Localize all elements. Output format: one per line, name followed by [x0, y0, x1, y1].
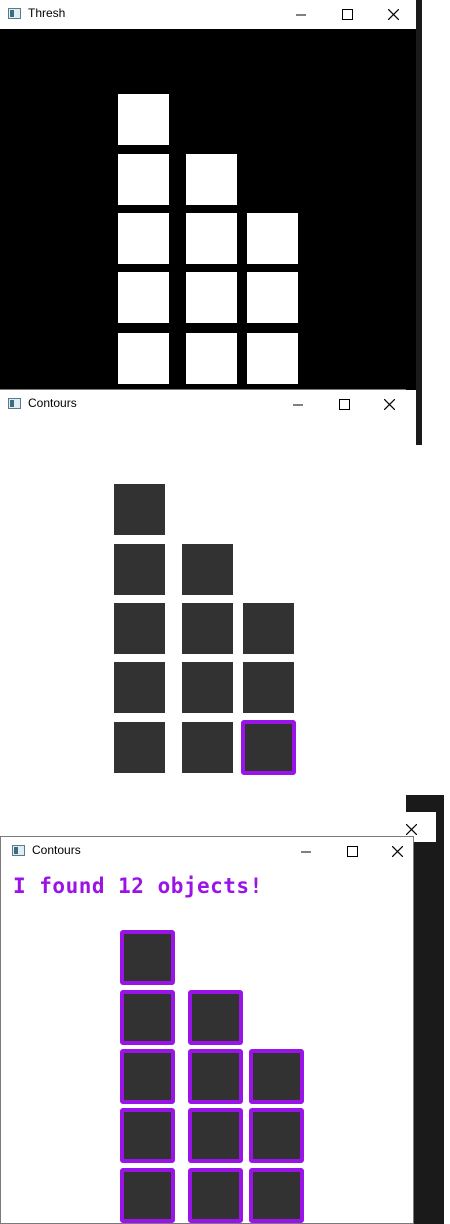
title-bar[interactable]: Thresh [0, 0, 416, 29]
title-bar[interactable]: Contours [1, 837, 413, 866]
object-square [114, 544, 165, 595]
minimize-icon [293, 400, 303, 410]
minimize-button[interactable] [283, 837, 329, 866]
object-square-outlined [241, 720, 296, 775]
contours-window-middle: Contours [0, 389, 406, 835]
object-square [243, 662, 294, 713]
object-square [186, 272, 237, 323]
minimize-button[interactable] [278, 0, 324, 29]
object-square [114, 662, 165, 713]
minimize-icon [296, 10, 306, 20]
object-square-outlined [249, 1049, 304, 1104]
maximize-icon [338, 399, 350, 410]
window-title: Contours [32, 843, 81, 857]
maximize-icon [346, 846, 358, 857]
object-square [118, 213, 169, 264]
contours-image: I found 12 objects! [1, 866, 413, 1223]
window-app-icon [8, 8, 21, 19]
window-title: Contours [28, 396, 77, 410]
maximize-icon [341, 9, 353, 20]
object-square-outlined [249, 1108, 304, 1163]
close-button[interactable] [366, 390, 406, 419]
object-square [182, 662, 233, 713]
close-icon [387, 9, 399, 20]
object-count-message: I found 12 objects! [13, 874, 263, 898]
object-square [247, 272, 298, 323]
contours-window-bottom: Contours I found 12 objects! [0, 836, 414, 1224]
minimize-icon [301, 847, 311, 857]
minimize-button[interactable] [275, 390, 321, 419]
object-square [182, 722, 233, 773]
object-square [114, 603, 165, 654]
object-square-outlined [120, 930, 175, 985]
object-square [118, 154, 169, 205]
close-icon [391, 846, 403, 857]
maximize-button[interactable] [324, 0, 370, 29]
object-square [182, 544, 233, 595]
object-square [182, 603, 233, 654]
object-square [186, 154, 237, 205]
object-square-outlined [188, 990, 243, 1045]
window-title: Thresh [28, 6, 66, 20]
object-square [118, 94, 169, 145]
object-square [114, 722, 165, 773]
object-square-outlined [188, 1168, 243, 1223]
object-square [247, 213, 298, 264]
object-square-outlined [120, 1049, 175, 1104]
thresh-window: Thresh [0, 0, 416, 390]
object-square-outlined [120, 990, 175, 1045]
close-icon [383, 399, 395, 410]
object-square [186, 213, 237, 264]
object-square-outlined [120, 1168, 175, 1223]
window-app-icon [8, 398, 21, 409]
object-square [247, 333, 298, 384]
title-bar[interactable]: Contours [0, 390, 406, 419]
object-square-outlined [120, 1108, 175, 1163]
object-square-outlined [249, 1168, 304, 1223]
maximize-button[interactable] [321, 390, 367, 419]
object-square [114, 484, 165, 535]
contours-image [0, 419, 406, 835]
object-square [118, 333, 169, 384]
object-square [243, 603, 294, 654]
object-square-outlined [188, 1049, 243, 1104]
object-square [118, 272, 169, 323]
window-app-icon [12, 845, 25, 856]
object-square-outlined [188, 1108, 243, 1163]
close-button[interactable] [374, 837, 413, 866]
object-square [186, 333, 237, 384]
background-strip-right-top [416, 0, 422, 445]
close-button[interactable] [370, 0, 416, 29]
thresh-image [0, 29, 416, 390]
maximize-button[interactable] [329, 837, 375, 866]
